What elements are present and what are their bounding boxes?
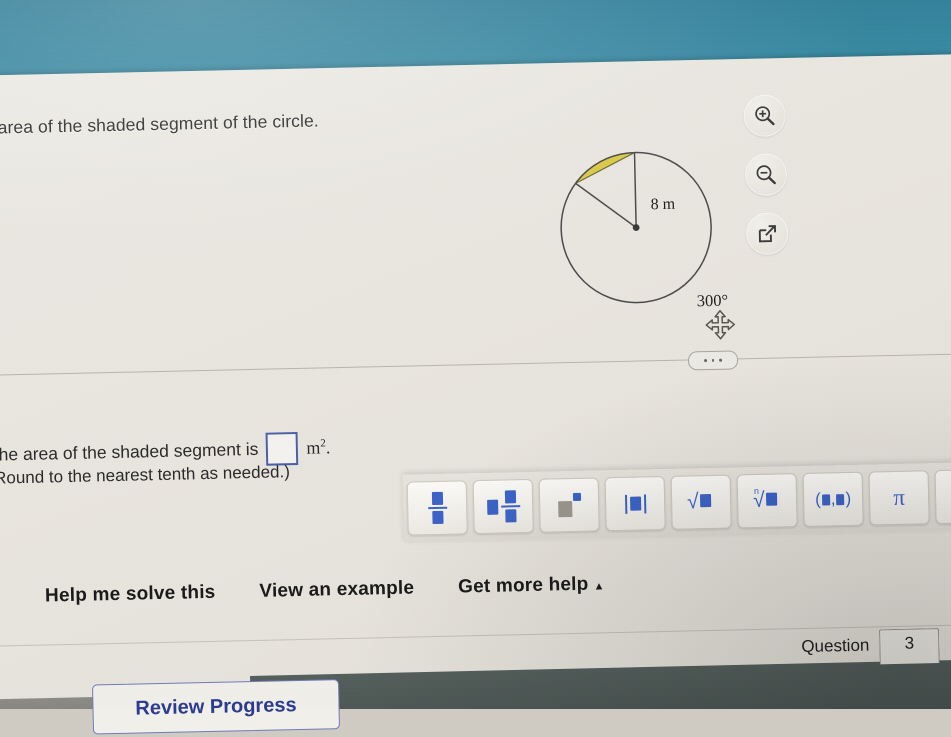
palette-more-button[interactable]: [935, 470, 951, 525]
move-four-arrows-icon: [703, 307, 738, 342]
math-palette-row: √ n√ (,) π: [402, 462, 951, 536]
radius-length-label: 8 m: [650, 196, 675, 215]
panel-splitter: [0, 353, 951, 376]
square-root-icon: √: [687, 490, 716, 515]
radius-vertical: [635, 153, 637, 228]
question-navigator: Question 3: [801, 628, 940, 666]
answer-input[interactable]: [266, 432, 299, 466]
palette-ordered-pair-button[interactable]: (,): [803, 472, 864, 527]
splitter-dot: [704, 359, 707, 362]
help-links-row: Help me solve this View an example Get m…: [45, 570, 745, 607]
magnifier-plus-icon: [752, 103, 777, 128]
circle-diagram-svg: [551, 132, 771, 352]
get-more-help-label: Get more help: [458, 574, 589, 598]
absolute-value-icon: [624, 494, 645, 513]
palette-fraction-button[interactable]: [407, 480, 468, 535]
palette-absolute-value-button[interactable]: [605, 476, 666, 531]
palette-pi-button[interactable]: π: [869, 470, 930, 525]
palette-mixed-number-button[interactable]: [473, 479, 534, 534]
circle-figure[interactable]: 8 m 300°: [551, 132, 771, 352]
exponent-icon: [556, 493, 583, 518]
radius-upper-left: [576, 182, 636, 229]
help-me-solve-this-link[interactable]: Help me solve this: [45, 582, 216, 608]
answer-unit: m2.: [306, 437, 330, 459]
review-progress-button[interactable]: Review Progress: [92, 679, 340, 734]
question-number-box[interactable]: 3: [879, 628, 940, 664]
figure-move-handle[interactable]: [703, 307, 738, 342]
problem-prompt: e area of the shaded segment of the circ…: [0, 106, 503, 138]
nth-root-icon: n√: [753, 488, 782, 513]
view-an-example-link[interactable]: View an example: [259, 577, 414, 602]
splitter-drag-handle[interactable]: [688, 350, 738, 370]
palette-square-root-button[interactable]: √: [671, 475, 732, 530]
ordered-pair-icon: (,): [815, 489, 852, 510]
caret-up-icon: ▲: [593, 580, 604, 592]
math-palette: √ n√ (,) π: [402, 462, 951, 543]
shaded-segment: [575, 153, 635, 184]
splitter-dot: [719, 359, 722, 362]
question-label: Question: [801, 629, 880, 666]
app-ui: e area of the shaded segment of the circ…: [0, 0, 951, 719]
palette-exponent-button[interactable]: [539, 477, 600, 532]
mixed-number-icon: [486, 490, 520, 523]
answer-statement-text: The area of the shaded segment is: [0, 439, 259, 466]
pi-icon: π: [893, 485, 905, 511]
palette-nth-root-button[interactable]: n√: [737, 473, 798, 528]
splitter-dot: [712, 359, 715, 362]
get-more-help-link[interactable]: Get more help ▲: [458, 573, 605, 598]
fraction-icon: [427, 492, 447, 524]
